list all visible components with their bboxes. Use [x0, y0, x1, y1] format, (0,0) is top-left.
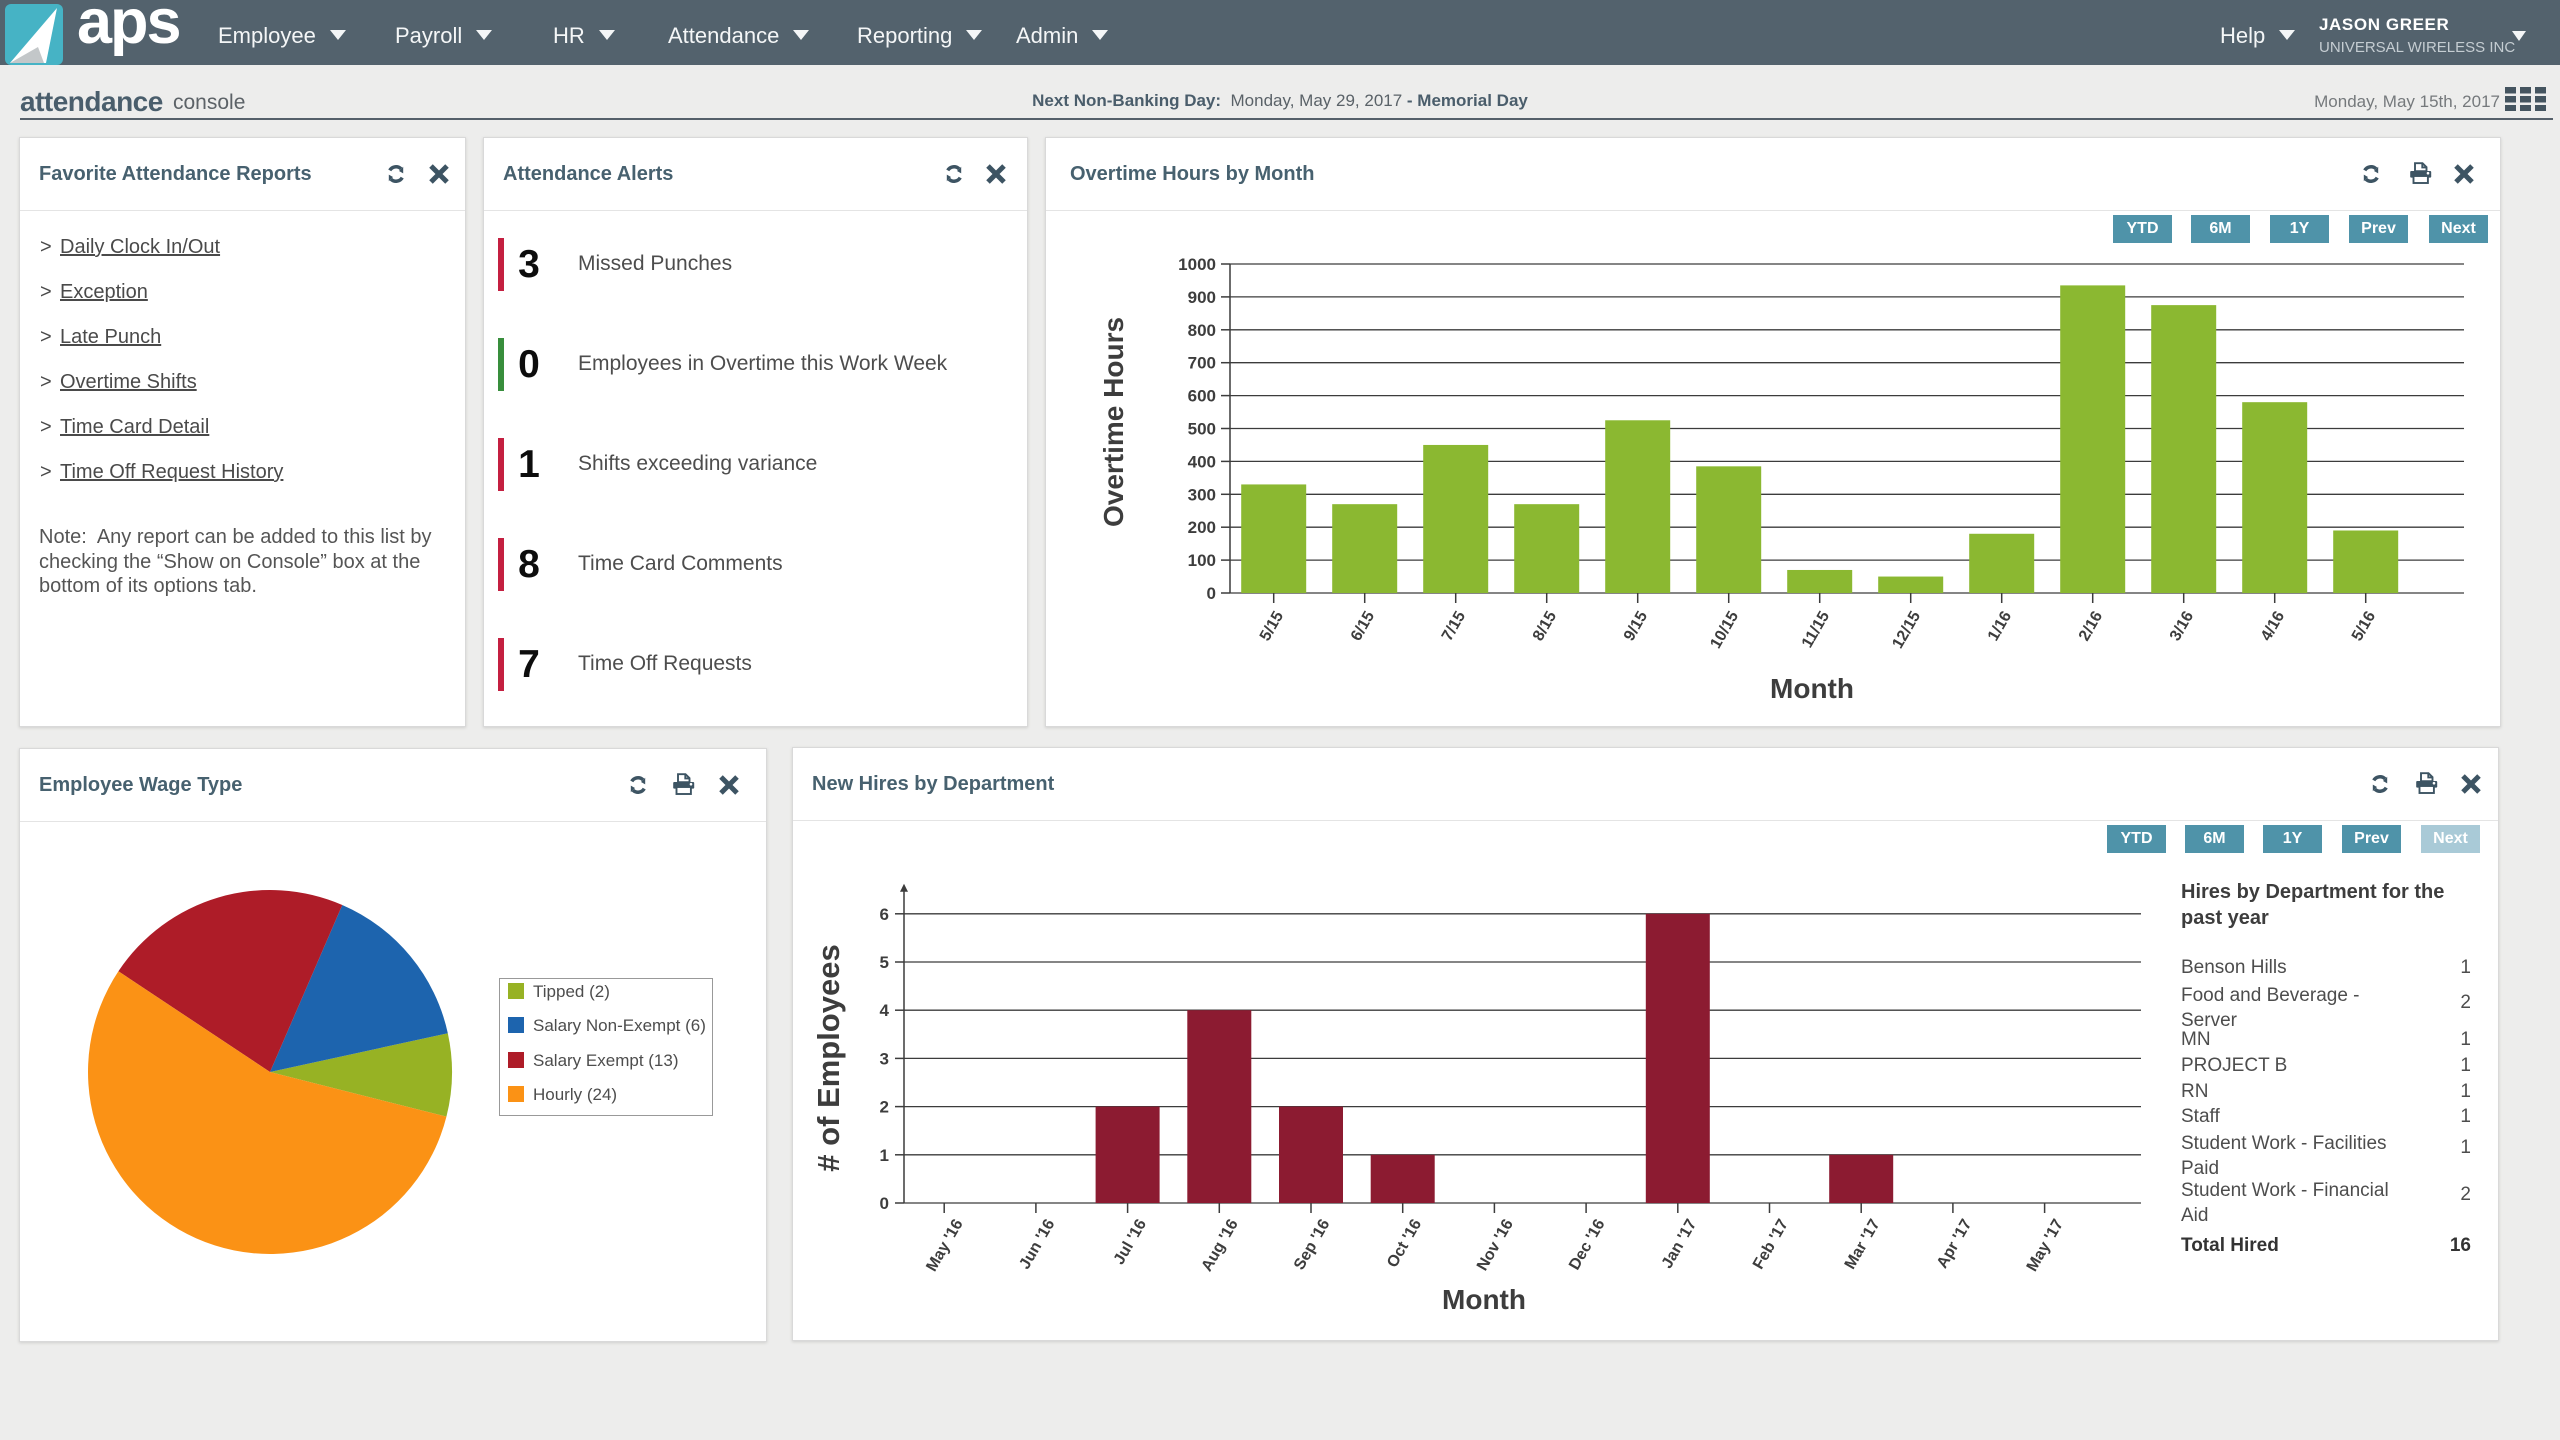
svg-text:6/15: 6/15: [1348, 608, 1378, 644]
svg-text:700: 700: [1188, 354, 1216, 373]
svg-text:7/15: 7/15: [1439, 608, 1469, 644]
svg-text:2: 2: [880, 1098, 889, 1117]
svg-text:1000: 1000: [1178, 255, 1216, 274]
svg-text:5/15: 5/15: [1257, 608, 1287, 644]
svg-text:11/15: 11/15: [1799, 608, 1833, 650]
svg-text:6: 6: [880, 905, 889, 924]
svg-text:500: 500: [1188, 420, 1216, 439]
svg-text:600: 600: [1188, 387, 1216, 406]
svg-text:May '17: May '17: [2024, 1216, 2067, 1274]
svg-text:3/16: 3/16: [2167, 608, 2197, 644]
svg-text:Aug '16: Aug '16: [1198, 1216, 1241, 1274]
svg-text:1/16: 1/16: [1985, 608, 2015, 644]
svg-text:900: 900: [1188, 288, 1216, 307]
svg-text:Sep '16: Sep '16: [1291, 1216, 1333, 1273]
svg-text:Dec '16: Dec '16: [1566, 1216, 1608, 1273]
svg-text:1: 1: [880, 1146, 889, 1165]
svg-text:Apr '17: Apr '17: [1934, 1216, 1976, 1271]
svg-text:Month: Month: [1770, 673, 1854, 704]
svg-text:May '16: May '16: [923, 1216, 966, 1274]
svg-text:3: 3: [880, 1049, 889, 1068]
svg-text:Feb '17: Feb '17: [1750, 1216, 1792, 1272]
svg-text:Nov '16: Nov '16: [1474, 1216, 1517, 1273]
svg-text:4: 4: [880, 1001, 890, 1020]
svg-text:9/15: 9/15: [1621, 608, 1651, 644]
svg-text:# of Employees: # of Employees: [811, 944, 846, 1171]
svg-text:Month: Month: [1442, 1284, 1526, 1315]
svg-text:12/15: 12/15: [1889, 608, 1924, 651]
svg-text:8/15: 8/15: [1530, 608, 1560, 644]
svg-text:Mar '17: Mar '17: [1842, 1216, 1884, 1272]
svg-text:100: 100: [1188, 551, 1216, 570]
svg-text:0: 0: [1207, 584, 1216, 603]
svg-text:10/15: 10/15: [1707, 608, 1742, 651]
svg-text:4/16: 4/16: [2258, 608, 2288, 644]
svg-text:300: 300: [1188, 485, 1216, 504]
svg-text:5: 5: [880, 953, 889, 972]
svg-text:Oct '16: Oct '16: [1384, 1216, 1425, 1270]
svg-text:Jul '16: Jul '16: [1111, 1216, 1150, 1267]
svg-text:800: 800: [1188, 321, 1216, 340]
svg-text:5/16: 5/16: [2349, 608, 2379, 644]
svg-text:Jan '17: Jan '17: [1659, 1216, 1701, 1271]
svg-text:200: 200: [1188, 518, 1216, 537]
svg-text:Jun '16: Jun '16: [1016, 1216, 1058, 1272]
svg-text:400: 400: [1188, 452, 1216, 471]
svg-text:0: 0: [880, 1194, 889, 1213]
svg-text:Overtime Hours: Overtime Hours: [1098, 317, 1129, 527]
svg-text:2/16: 2/16: [2076, 608, 2106, 644]
